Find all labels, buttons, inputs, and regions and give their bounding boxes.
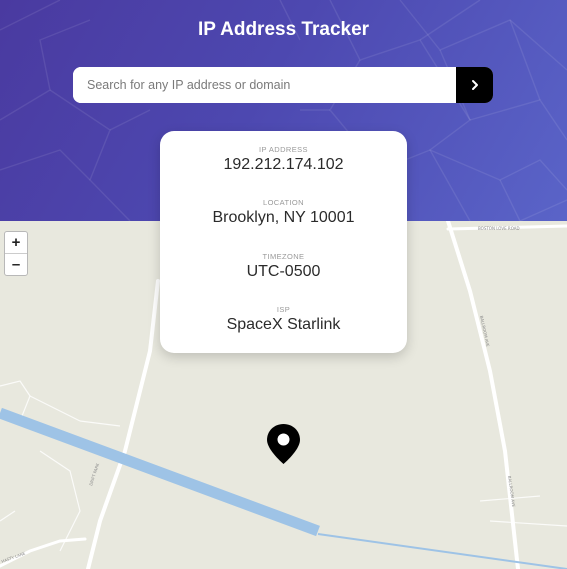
timezone-value: UTC-0500 [246, 263, 321, 280]
timezone-section: TIMEZONE UTC-0500 [160, 252, 407, 281]
isp-section: ISP SpaceX Starlink [160, 305, 407, 334]
search-bar [73, 67, 493, 103]
zoom-in-button[interactable]: + [5, 232, 27, 253]
page-title: IP Address Tracker [197, 19, 370, 40]
zoom-control: + – [4, 231, 28, 276]
zoom-out-button[interactable]: – [5, 253, 27, 275]
location-pin-icon[interactable] [265, 423, 302, 465]
search-submit-button[interactable] [456, 67, 493, 103]
app-root: IP Address Tracker Search for any IP add… [0, 0, 567, 569]
ip-address-value: 192.212.174.102 [223, 156, 344, 173]
road-label: BOSTON LOVE ROAD [478, 226, 520, 231]
road-label: DRIFT PARK [88, 462, 100, 486]
location-section: LOCATION Brooklyn, NY 10001 [160, 198, 407, 227]
road-label: HASTY LANE [1, 551, 27, 564]
chevron-right-icon [471, 80, 478, 90]
location-label: LOCATION [263, 198, 304, 207]
isp-value: SpaceX Starlink [226, 316, 341, 333]
location-value: Brooklyn, NY 10001 [212, 209, 355, 226]
isp-label: ISP [276, 305, 291, 314]
timezone-label: TIMEZONE [262, 252, 305, 261]
ip-address-section: IP ADDRESS 192.212.174.102 [160, 145, 407, 174]
search-input[interactable] [73, 67, 456, 103]
ip-info-card: IP ADDRESS 192.212.174.102 LOCATION Broo… [160, 131, 407, 353]
ip-address-label: IP ADDRESS [259, 145, 308, 154]
